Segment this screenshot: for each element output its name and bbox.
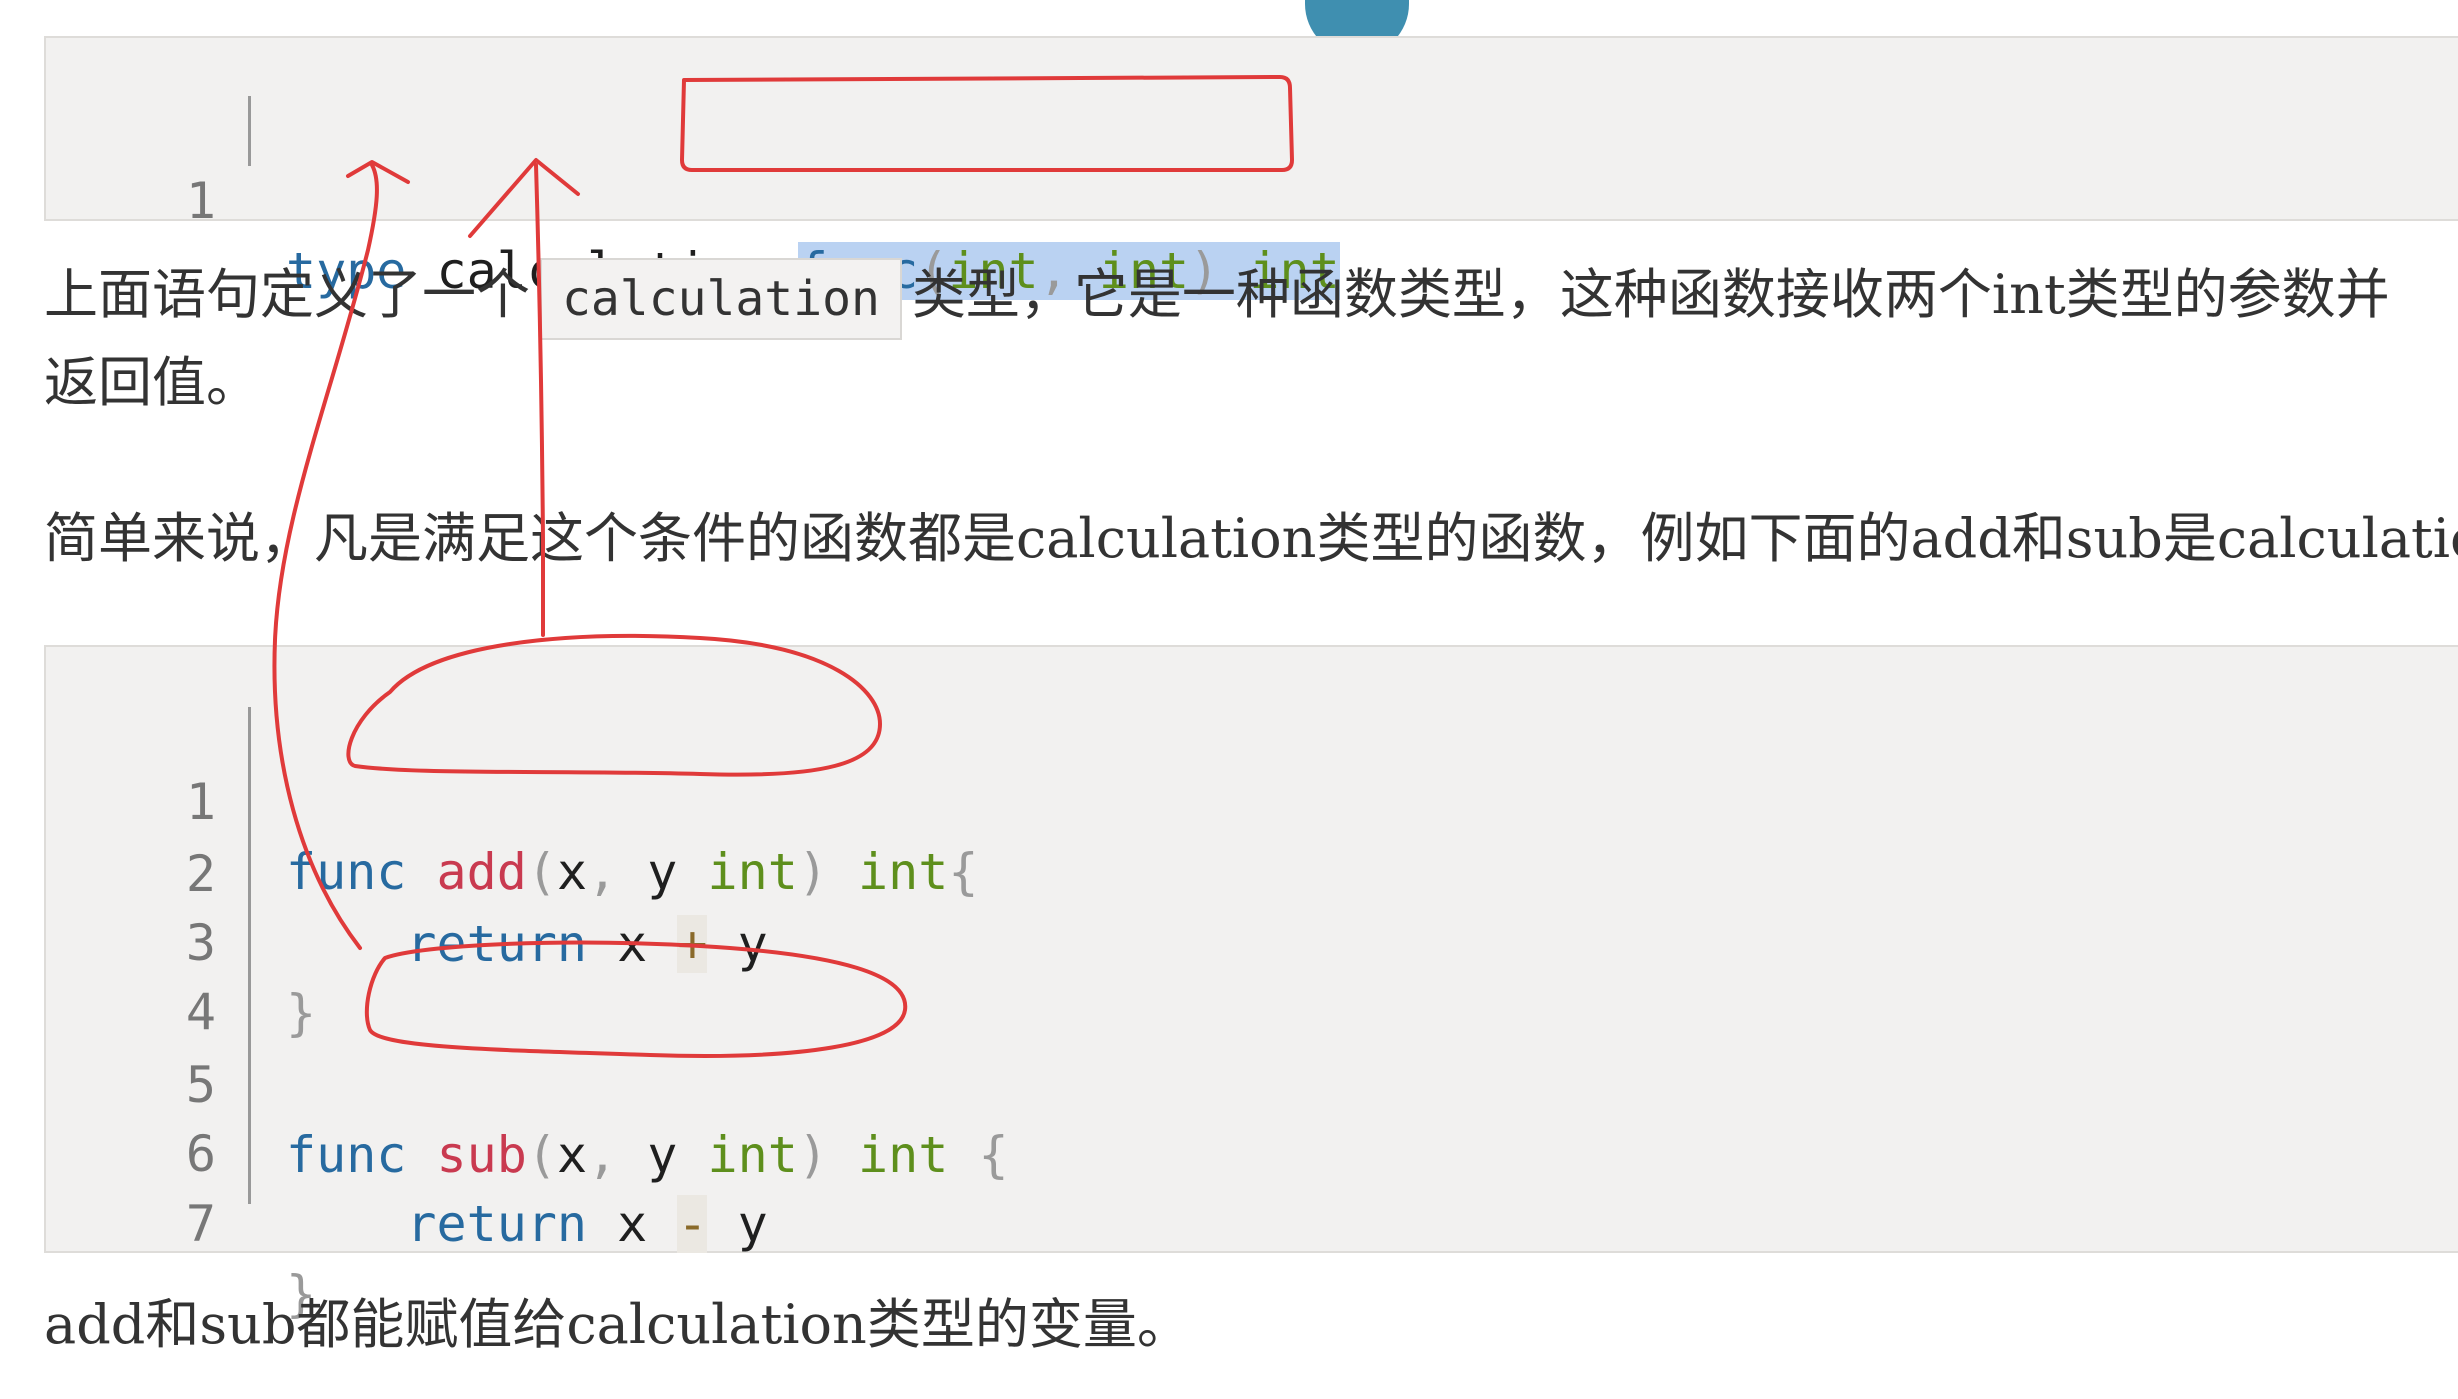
code-text: return x - y xyxy=(286,1189,768,1259)
return-type-int: int xyxy=(858,1126,949,1184)
line-number: 1 xyxy=(185,172,216,230)
keyword-return: return xyxy=(406,1195,588,1253)
var-x: x xyxy=(617,915,648,973)
function-name-sub: sub xyxy=(436,1126,527,1184)
inline-code: calculation xyxy=(540,258,902,340)
paragraph-1: 上面语句定义了一个 calculation 类型，它是一种函数类型，这种函数接收两个… xyxy=(44,258,2390,340)
code-text: func add(x, y int) int{ xyxy=(286,837,978,907)
keyword-func: func xyxy=(286,1126,407,1184)
code-line: 4 xyxy=(46,907,216,1041)
brace: { xyxy=(948,843,979,901)
keyword-return: return xyxy=(406,915,588,973)
code-line: 6 return x - y xyxy=(46,1049,768,1253)
type-int: int xyxy=(707,1126,798,1184)
comma: , xyxy=(587,843,618,901)
line-number: 1 xyxy=(185,773,216,831)
brace: { xyxy=(978,1126,1009,1184)
param-x: x xyxy=(556,843,588,901)
code-line: 1 func add(x, y int) int{ xyxy=(46,697,979,901)
line-number: 4 xyxy=(185,983,216,1041)
comma: , xyxy=(587,1126,618,1184)
line-number: 7 xyxy=(185,1195,216,1253)
paragraph-2: 简单来说，凡是满足这个条件的函数都是calculation类型的函数，例如下面的… xyxy=(44,507,2458,570)
code-block-functions: 1 func add(x, y int) int{ 2 return x + y… xyxy=(44,645,2458,1323)
var-y: y xyxy=(737,915,768,973)
var-x: x xyxy=(617,1195,648,1253)
line-number: 6 xyxy=(185,1125,216,1183)
line-number: 3 xyxy=(185,914,216,972)
param-y: y xyxy=(647,843,678,901)
line-number: 2 xyxy=(185,845,216,903)
param-x: x xyxy=(556,1126,588,1184)
paren: ) xyxy=(797,843,828,901)
code-line: 7 } xyxy=(46,1119,316,1323)
code-text: func sub(x, y int) int { xyxy=(286,1120,1009,1190)
code-line: 1 type calculation func(int, int) int xyxy=(46,96,1340,300)
operator-minus: - xyxy=(677,1195,708,1253)
code-line: 5 func sub(x, y int) int { xyxy=(46,980,1009,1184)
paren: ( xyxy=(526,843,557,901)
code-line: 2 return x + y xyxy=(46,769,768,973)
keyword-func: func xyxy=(286,843,407,901)
paren: ) xyxy=(797,1126,828,1184)
return-type-int: int xyxy=(858,843,949,901)
operator-plus: + xyxy=(677,915,708,973)
paragraph-text: 上面语句定义了一个 xyxy=(44,263,530,326)
code-text: return x + y xyxy=(286,909,768,979)
paragraph-3: add和sub都能赋值给calculation类型的变量。 xyxy=(44,1293,1191,1356)
type-int: int xyxy=(707,843,798,901)
code-line: 3 } xyxy=(46,838,316,1042)
paragraph-1-line-2: 返回值。 xyxy=(44,351,260,414)
line-gutter xyxy=(248,96,251,166)
brace: } xyxy=(286,984,317,1042)
paragraph-text: 类型，它是一种函数类型，这种函数接收两个int类型的参数并 xyxy=(911,263,2390,326)
param-y: y xyxy=(647,1126,678,1184)
function-name-add: add xyxy=(436,843,527,901)
line-number: 5 xyxy=(185,1056,216,1114)
paren: ( xyxy=(526,1126,557,1184)
var-y: y xyxy=(737,1195,768,1253)
line-gutter xyxy=(248,707,251,1204)
code-block-type-definition: 1 type calculation func(int, int) int xyxy=(44,36,2458,300)
